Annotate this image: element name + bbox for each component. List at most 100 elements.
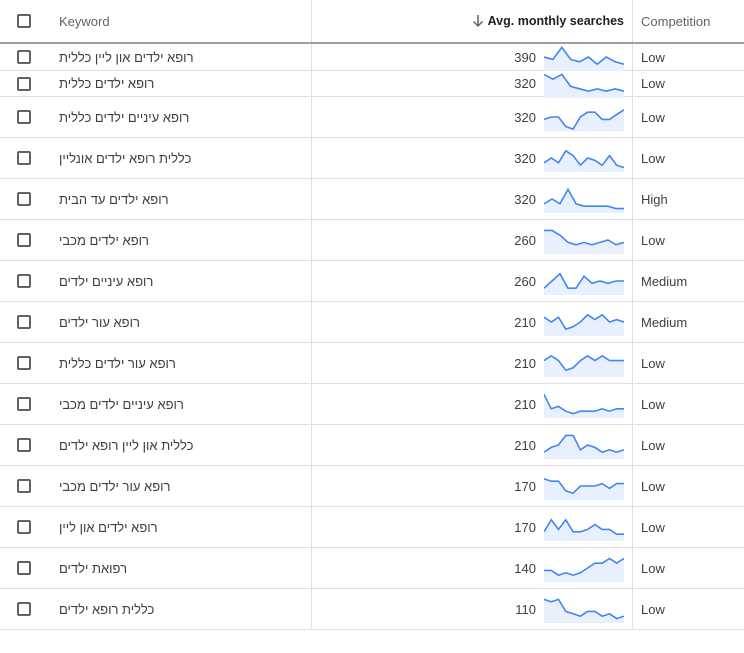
competition-cell: Low — [641, 560, 665, 576]
keyword-cell: רופא עיניים ילדים כללית — [47, 97, 312, 137]
keyword-cell: רופא עיניים ילדים — [47, 261, 312, 301]
searches-cell: 210 — [312, 343, 633, 383]
trend-sparkline[interactable] — [544, 308, 624, 336]
row-checkbox[interactable] — [16, 274, 31, 288]
table-row[interactable]: רופא עיניים ילדים 260 Medium — [0, 261, 744, 302]
trend-sparkline[interactable] — [544, 595, 624, 623]
row-select-cell — [0, 589, 47, 629]
row-select-cell — [0, 302, 47, 342]
row-checkbox[interactable] — [16, 50, 31, 64]
row-checkbox[interactable] — [16, 151, 31, 165]
row-select-cell — [0, 71, 47, 96]
competition-cell: Low — [641, 437, 665, 453]
searches-value: 260 — [514, 273, 536, 289]
trend-sparkline[interactable] — [544, 472, 624, 500]
row-checkbox[interactable] — [16, 233, 31, 247]
arrow-down-icon — [472, 15, 483, 28]
row-select-cell — [0, 261, 47, 301]
searches-header-label: Avg. monthly searches — [487, 14, 624, 28]
sparkline-area — [544, 394, 624, 418]
table-row[interactable]: רופא ילדים און ליין כללית 390 Low — [0, 44, 744, 71]
keyword-cell: רופא עור ילדים מכבי — [47, 466, 312, 506]
row-checkbox[interactable] — [16, 520, 31, 534]
row-checkbox[interactable] — [16, 438, 31, 452]
searches-cell: 390 — [312, 43, 633, 71]
table-row[interactable]: כללית רופא ילדים 110 Low — [0, 589, 744, 630]
searches-value: 320 — [514, 76, 536, 91]
row-select-cell — [0, 220, 47, 260]
trend-sparkline[interactable] — [544, 144, 624, 172]
keyword-cell: רפואת ילדים — [47, 548, 312, 588]
searches-cell: 170 — [312, 466, 633, 506]
trend-sparkline[interactable] — [544, 43, 624, 71]
competition-cell: Low — [641, 49, 665, 65]
competition-cell: Medium — [641, 314, 688, 330]
table-row[interactable]: רופא עור ילדים מכבי 170 Low — [0, 466, 744, 507]
searches-column-header[interactable]: Avg. monthly searches — [312, 0, 633, 42]
searches-cell: 210 — [312, 302, 633, 342]
row-checkbox[interactable] — [16, 110, 31, 124]
row-checkbox[interactable] — [16, 397, 31, 411]
keyword-cell: רופא ילדים און ליין כללית — [47, 44, 312, 70]
row-checkbox[interactable] — [16, 561, 31, 575]
trend-sparkline[interactable] — [544, 431, 624, 459]
trend-sparkline[interactable] — [544, 390, 624, 418]
table-row[interactable]: רופא עיניים ילדים מכבי 210 Low — [0, 384, 744, 425]
row-select-cell — [0, 507, 47, 547]
row-select-cell — [0, 466, 47, 506]
competition-cell: Low — [641, 396, 665, 412]
trend-sparkline[interactable] — [544, 70, 624, 98]
table-row[interactable]: רופא עיניים ילדים כללית 320 Low — [0, 97, 744, 138]
searches-cell: 320 — [312, 97, 633, 137]
row-checkbox[interactable] — [16, 315, 31, 329]
searches-value: 210 — [514, 314, 536, 330]
row-select-cell — [0, 97, 47, 137]
searches-cell: 210 — [312, 384, 633, 424]
searches-value: 170 — [514, 519, 536, 535]
table-row[interactable]: רופא עור ילדים 210 Medium — [0, 302, 744, 343]
table-row[interactable]: רופא ילדים עד הבית 320 High — [0, 179, 744, 220]
trend-sparkline[interactable] — [544, 349, 624, 377]
competition-cell: Low — [641, 109, 665, 125]
table-row[interactable]: כללית רופא ילדים אונליין 320 Low — [0, 138, 744, 179]
row-checkbox[interactable] — [16, 356, 31, 370]
keyword-cell: כללית און ליין רופא ילדים — [47, 425, 312, 465]
row-checkbox[interactable] — [16, 192, 31, 206]
table-body: רופא ילדים און ליין כללית 390 Low רופא ילדי… — [0, 44, 744, 630]
row-select-cell — [0, 384, 47, 424]
table-row[interactable]: רפואת ילדים 140 Low — [0, 548, 744, 589]
trend-sparkline[interactable] — [544, 185, 624, 213]
competition-column-header[interactable]: Competition — [633, 0, 744, 42]
trend-sparkline[interactable] — [544, 554, 624, 582]
row-checkbox[interactable] — [16, 76, 31, 91]
keyword-cell: רופא ילדים מכבי — [47, 220, 312, 260]
row-checkbox[interactable] — [16, 479, 31, 493]
keyword-cell: רופא ילדים כללית — [47, 71, 312, 96]
table-row[interactable]: כללית און ליין רופא ילדים 210 Low — [0, 425, 744, 466]
row-checkbox[interactable] — [16, 602, 31, 616]
competition-cell: Low — [641, 76, 665, 91]
trend-sparkline[interactable] — [544, 103, 624, 131]
keyword-cell: רופא עור ילדים — [47, 302, 312, 342]
table-row[interactable]: רופא ילדים און ליין 170 Low — [0, 507, 744, 548]
trend-sparkline[interactable] — [544, 226, 624, 254]
trend-sparkline[interactable] — [544, 267, 624, 295]
searches-value: 170 — [514, 478, 536, 494]
sparkline-area — [544, 109, 624, 131]
select-all-checkbox[interactable] — [16, 14, 31, 28]
searches-cell: 110 — [312, 589, 633, 629]
keyword-column-header[interactable]: Keyword — [47, 0, 312, 42]
keyword-cell: רופא עיניים ילדים מכבי — [47, 384, 312, 424]
searches-cell: 210 — [312, 425, 633, 465]
keyword-cell: רופא עור ילדים כללית — [47, 343, 312, 383]
keyword-cell: כללית רופא ילדים — [47, 589, 312, 629]
table-row[interactable]: רופא ילדים כללית 320 Low — [0, 70, 744, 98]
searches-cell: 320 — [312, 179, 633, 219]
table-row[interactable]: רופא עור ילדים כללית 210 Low — [0, 343, 744, 384]
select-all-cell — [0, 0, 47, 42]
searches-value: 320 — [514, 109, 536, 125]
trend-sparkline[interactable] — [544, 513, 624, 541]
table-row[interactable]: רופא ילדים מכבי 260 Low — [0, 220, 744, 261]
searches-value: 210 — [514, 437, 536, 453]
competition-cell: Low — [641, 519, 665, 535]
